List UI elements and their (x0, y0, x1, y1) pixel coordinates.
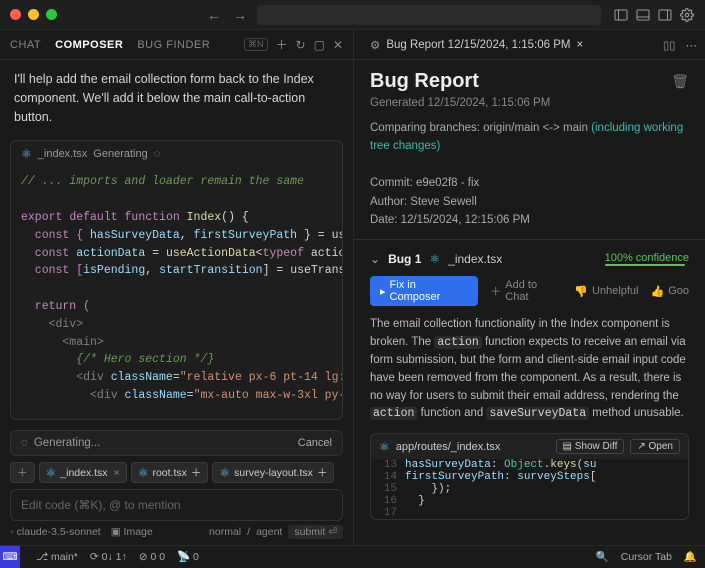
close-tab-icon[interactable]: × (576, 39, 583, 51)
mode-normal[interactable]: normal (209, 526, 241, 538)
assistant-message: I'll help add the email collection form … (0, 60, 353, 136)
panel-bottom-icon[interactable] (635, 7, 651, 23)
react-icon: ⚛ (21, 147, 32, 161)
tab-title: Bug Report 12/15/2024, 1:15:06 PM (386, 39, 570, 51)
react-icon: ⚛ (429, 252, 440, 266)
code-card: ⚛ _index.tsx Generating ◌ // ... imports… (10, 140, 343, 420)
maximize-window-button[interactable] (46, 9, 57, 20)
add-context-button[interactable]: ＋ (10, 462, 35, 483)
bug-header[interactable]: ⌄ Bug 1 ⚛ _index.tsx 100% confidence (370, 250, 689, 268)
mode-agent[interactable]: agent (256, 526, 282, 538)
generating-label: Generating... (34, 437, 100, 449)
confidence-badge: 100% confidence (605, 252, 689, 266)
search-icon[interactable]: 🔍 (596, 550, 609, 563)
code-body[interactable]: // ... imports and loader remain the sam… (11, 167, 342, 411)
generated-timestamp: Generated 12/15/2024, 1:15:06 PM (370, 97, 689, 109)
remove-chip-icon[interactable]: × (114, 467, 120, 479)
add-chip-icon[interactable]: ＋ (191, 465, 202, 480)
more-icon[interactable]: ⋯ (686, 38, 698, 52)
panel-left-icon[interactable] (613, 7, 629, 23)
compare-label: Comparing branches: origin/main <-> main (370, 122, 588, 134)
diff-body[interactable]: 13hasSurveyData: Object.keys(su 14firstS… (371, 459, 688, 519)
image-button[interactable]: ▣ Image (111, 526, 153, 538)
commit-line: Commit: e9e02f8 - fix (370, 174, 689, 192)
settings-gear-icon[interactable] (679, 7, 695, 23)
close-icon[interactable]: ✕ (333, 38, 343, 52)
left-tabs: CHAT COMPOSER BUG FINDER ⌘N ＋ ↻ ▢ ✕ (0, 30, 353, 60)
composer-input[interactable]: Edit code (⌘K), @ to mention (10, 489, 343, 521)
gear-icon: ⚙ (370, 38, 380, 52)
problems[interactable]: ⊘ 0 0 (139, 551, 165, 563)
nav-forward-icon[interactable]: → (233, 7, 247, 23)
trash-icon[interactable]: 🗑 (671, 73, 689, 90)
context-chips: ＋ ⚛_index.tsx× ⚛root.tsx＋ ⚛survey-layout… (10, 462, 343, 483)
shortcut-badge: ⌘N (244, 38, 268, 51)
remote-indicator[interactable]: ⌨ (0, 546, 20, 568)
spinner-icon: ◌ (154, 148, 161, 160)
page-title: Bug Report (370, 70, 479, 93)
generating-bar: ◌ Generating... Cancel (10, 430, 343, 456)
minimize-window-button[interactable] (28, 9, 39, 20)
add-chip-icon[interactable]: ＋ (317, 465, 328, 480)
nav-back-icon[interactable]: ← (207, 7, 221, 23)
file-chip[interactable]: ⚛root.tsx＋ (131, 462, 209, 483)
cancel-button[interactable]: Cancel (298, 437, 332, 449)
code-file-name: _index.tsx (38, 148, 88, 160)
close-window-button[interactable] (10, 9, 21, 20)
plus-icon[interactable]: ＋ (276, 36, 288, 53)
window-titlebar: ← → (0, 0, 705, 30)
good-button[interactable]: 👍 Goo (651, 285, 690, 298)
traffic-lights (10, 9, 57, 20)
code-status-label: Generating (93, 148, 147, 160)
show-diff-button[interactable]: ▤ Show Diff (556, 439, 625, 454)
git-sync[interactable]: ⟳ 0↓ 1↑ (90, 551, 127, 563)
git-branch[interactable]: ⎇ main* (36, 551, 78, 563)
spinner-icon: ◌ (21, 437, 28, 449)
file-chip[interactable]: ⚛survey-layout.tsx＋ (212, 462, 334, 483)
cursor-tab-button[interactable]: Cursor Tab (621, 551, 672, 563)
bug-file: _index.tsx (448, 252, 502, 266)
date-line: Date: 12/15/2024, 12:15:06 PM (370, 211, 689, 229)
diff-file-path: app/routes/_index.tsx (396, 441, 501, 453)
fix-in-composer-button[interactable]: ▸ Fix in Composer (370, 276, 478, 306)
tab-chat[interactable]: CHAT (10, 39, 41, 51)
bug-report-tab[interactable]: ⚙ Bug Report 12/15/2024, 1:15:06 PM × (362, 34, 591, 56)
composer-pane: CHAT COMPOSER BUG FINDER ⌘N ＋ ↻ ▢ ✕ I'll… (0, 30, 354, 545)
submit-button[interactable]: submit ⏎ (288, 525, 343, 539)
bug-report-pane: ⚙ Bug Report 12/15/2024, 1:15:06 PM × ▯▯… (354, 30, 705, 545)
unhelpful-button[interactable]: 👎 Unhelpful (574, 285, 638, 298)
add-to-chat-button[interactable]: ＋ Add to Chat (490, 279, 562, 303)
tab-bug-finder[interactable]: BUG FINDER (137, 39, 210, 51)
panel-icon[interactable]: ▢ (314, 38, 325, 52)
status-bar: ⌨ ⎇ main* ⟳ 0↓ 1↑ ⊘ 0 0 📡 0 🔍 Cursor Tab… (0, 545, 705, 567)
author-line: Author: Steve Sewell (370, 193, 689, 211)
panel-right-icon[interactable] (657, 7, 673, 23)
bug-label: Bug 1 (388, 252, 421, 266)
file-chip[interactable]: ⚛_index.tsx× (39, 462, 127, 483)
diff-card: ⚛ app/routes/_index.tsx ▤ Show Diff ↗ Op… (370, 433, 689, 520)
model-selector[interactable]: ◦ claude-3.5-sonnet (10, 526, 101, 538)
split-editor-icon[interactable]: ▯▯ (663, 38, 676, 52)
open-file-button[interactable]: ↗ Open (630, 439, 680, 454)
ports[interactable]: 📡 0 (177, 550, 199, 563)
chevron-down-icon[interactable]: ⌄ (370, 252, 380, 266)
bell-icon[interactable]: 🔔 (684, 550, 697, 563)
right-tabs: ⚙ Bug Report 12/15/2024, 1:15:06 PM × ▯▯… (354, 30, 705, 60)
react-icon: ⚛ (379, 440, 390, 454)
history-icon[interactable]: ↻ (296, 38, 306, 52)
tab-composer[interactable]: COMPOSER (55, 39, 123, 51)
command-search-input[interactable] (257, 5, 601, 25)
bug-description: The email collection functionality in th… (370, 316, 689, 423)
